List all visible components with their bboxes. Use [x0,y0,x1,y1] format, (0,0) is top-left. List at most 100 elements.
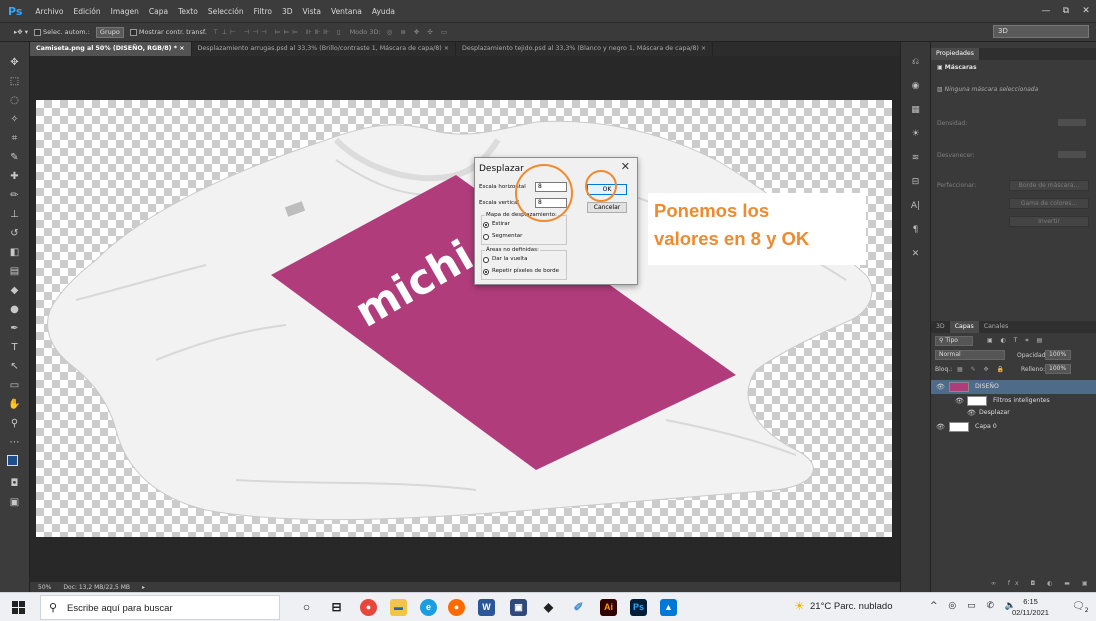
path-select-tool-icon[interactable]: ↖ [8,360,22,373]
menu-vista[interactable]: Vista [298,7,327,16]
tab-desplazamiento-arrugas[interactable]: Desplazamiento arrugas.psd al 33,3% (Bri… [192,42,456,56]
paragraph-panel-icon[interactable]: ¶ [909,224,923,236]
edge-icon[interactable]: e [420,599,437,616]
restore-button[interactable]: ⧉ [1056,6,1076,16]
layer-filter-icons[interactable]: ▣ ◐ T ⌗ ▤ [987,337,1045,345]
mask-edge-button[interactable]: Borde de máscara... [1009,180,1089,191]
tab-3d[interactable]: 3D [931,321,950,333]
align-icons[interactable]: ⊤⊥⊢ ⊣⊣⊣ ⊨⊨⊨ ⊪⊪⊪ ▯ [213,28,344,36]
layer-actions-icons[interactable]: ∞ fx ◘ ◐ ▬ ▣ 🗑 [991,580,1096,587]
radio-estirar[interactable] [483,222,489,228]
type-tool-icon[interactable]: T [8,341,22,354]
history-brush-tool-icon[interactable]: ↺ [8,227,22,240]
file-explorer-icon[interactable]: ▬ [390,599,407,616]
radio-segmentar[interactable] [483,234,489,240]
menu-imagen[interactable]: Imagen [106,7,144,16]
workspace-selector[interactable]: 3D [993,25,1089,38]
crop-tool-icon[interactable]: ⌗ [8,132,22,145]
auto-select-option[interactable]: Selec. autom.: [34,28,90,36]
paint-icon[interactable]: ✐ [570,599,587,616]
blend-mode-dropdown[interactable]: Normal [935,350,1005,360]
auto-select-dropdown[interactable]: Grupo [95,26,124,38]
quick-mask-icon[interactable]: ◘ [8,477,22,490]
close-button[interactable]: ✕ [1076,6,1096,16]
move-tool-icon[interactable]: ▸✥ ▾ [14,28,28,36]
illustrator-icon[interactable]: Ai [600,599,617,616]
chrome-icon[interactable]: ● [360,599,377,616]
3d-mode-icons[interactable]: ◎ ⊛ ✥ ✣ ▭ [387,28,450,36]
lasso-tool-icon[interactable]: ◌ [8,94,22,107]
taskbar-search[interactable]: ⚲ Escribe aquí para buscar [40,595,280,620]
marquee-tool-icon[interactable]: ⬚ [8,75,22,88]
tab-propiedades[interactable]: Propiedades [931,48,979,60]
shape-tool-icon[interactable]: ▭ [8,379,22,392]
tools-preset-icon[interactable]: ✕ [909,248,923,260]
menu-archivo[interactable]: Archivo [30,7,68,16]
pen-tool-icon[interactable]: ✒ [8,322,22,335]
color-swatches[interactable] [6,455,23,471]
eraser-tool-icon[interactable]: ◧ [8,246,22,259]
photos-icon[interactable]: ▲ [660,599,677,616]
stamp-tool-icon[interactable]: ⊥ [8,208,22,221]
photoshop-taskbar-icon[interactable]: Ps [630,599,647,616]
tab-camiseta[interactable]: Camiseta.png al 50% (DISEÑO, RGB/8) * × [30,42,192,56]
adjustments-icon[interactable]: ☀ [909,128,923,140]
dialog-close-icon[interactable]: ✕ [621,160,630,173]
status-arrow-icon[interactable]: ▸ [142,584,145,591]
quick-select-tool-icon[interactable]: ✧ [8,113,22,126]
task-view-icon[interactable]: ⊟ [328,599,345,616]
layer-diseno[interactable]: 👁 DISEÑO [931,380,1096,394]
visibility-eye-icon[interactable]: 👁 [936,420,945,434]
feather-slider[interactable] [1057,150,1087,159]
radio-dar-vuelta[interactable] [483,257,489,263]
timeline-icon[interactable]: ⊟ [909,176,923,188]
menu-texto[interactable]: Texto [173,7,203,16]
cancel-button[interactable]: Cancelar [587,202,627,213]
radio-repetir-pixeles[interactable] [483,269,489,275]
screen-mode-icon[interactable]: ▣ [8,496,22,509]
dodge-tool-icon[interactable]: ● [8,303,22,316]
menu-ayuda[interactable]: Ayuda [367,7,400,16]
foreground-color-swatch[interactable] [6,455,18,466]
tab-canales[interactable]: Canales [979,321,1014,333]
zoom-tool-icon[interactable]: ⚲ [8,417,22,430]
fill-input[interactable]: 100% [1045,364,1071,374]
visibility-eye-icon[interactable]: 👁 [936,380,945,394]
layer-displace-filter[interactable]: 👁 Desplazar [931,406,1096,420]
minimize-button[interactable]: — [1036,6,1056,16]
tab-capas[interactable]: Capas [949,321,979,333]
3d-panel-icon[interactable]: ◉ [909,80,923,92]
history-panel-icon[interactable]: ⎌ [909,56,923,68]
windows-start-icon[interactable] [12,601,26,615]
menu-3d[interactable]: 3D [277,7,298,16]
inkscape-icon[interactable]: ◆ [540,599,557,616]
layer-capa-0[interactable]: 👁 Capa 0 [931,420,1096,434]
invert-button[interactable]: Invertir [1009,216,1089,227]
cortana-icon[interactable]: ○ [298,599,315,616]
zoom-level[interactable]: 50% [38,584,51,591]
document-canvas[interactable]: michi [36,100,892,537]
visibility-eye-icon[interactable]: 👁 [967,406,976,420]
firefox-icon[interactable]: ● [448,599,465,616]
more-tools-icon[interactable]: ⋯ [8,436,22,449]
menu-filtro[interactable]: Filtro [249,7,277,16]
eyedropper-tool-icon[interactable]: ✎ [8,151,22,164]
layer-filter-dropdown[interactable]: ⚲ Tipo [935,336,973,346]
color-range-button[interactable]: Gama de colores... [1009,198,1089,209]
move-tool-icon[interactable]: ✥ [8,56,22,69]
hand-tool-icon[interactable]: ✋ [8,398,22,411]
density-slider[interactable] [1057,118,1087,127]
healing-tool-icon[interactable]: ✚ [8,170,22,183]
brush-tool-icon[interactable]: ✏ [8,189,22,202]
word-icon[interactable]: W [478,599,495,616]
system-tray-icons[interactable]: ^ ◎ ▭ ✆ 🔈 [930,601,1020,611]
tab-desplazamiento-tejido[interactable]: Desplazamiento tejido.psd al 33,3% (Blan… [456,42,714,56]
menu-capa[interactable]: Capa [144,7,173,16]
app-icon[interactable]: ▣ [510,599,527,616]
brush-panel-icon[interactable]: ≋ [909,152,923,164]
lock-icons[interactable]: ▦ ✎ ✥ 🔒 [957,366,1007,373]
layer-comps-icon[interactable]: ▦ [909,104,923,116]
menu-seleccion[interactable]: Selección [203,7,249,16]
clock[interactable]: 6:15 02/11/2021 [1012,596,1049,618]
menu-ventana[interactable]: Ventana [326,7,367,16]
